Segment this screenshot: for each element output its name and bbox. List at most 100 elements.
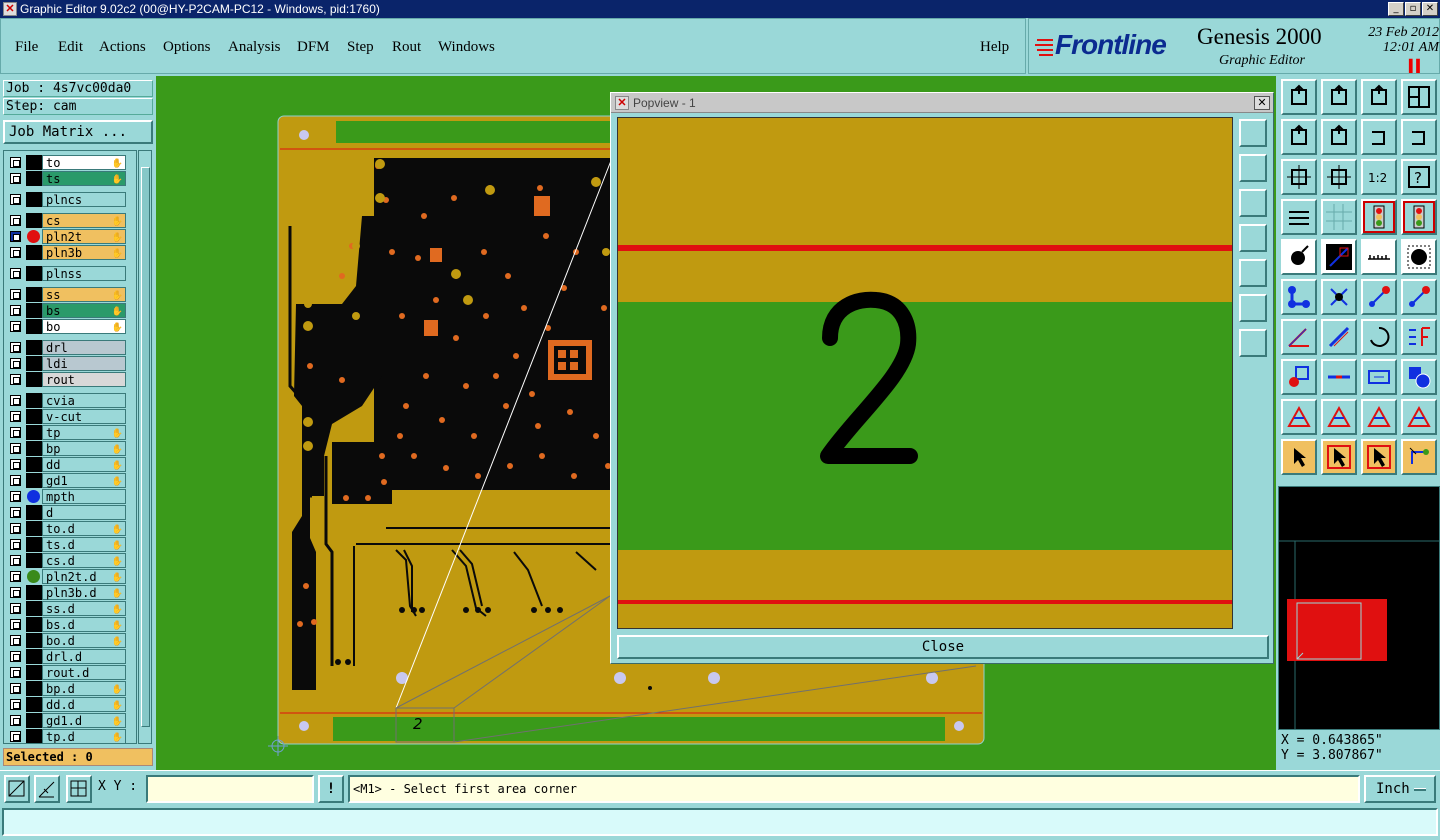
layer-checkbox[interactable] [10,635,21,646]
layer-checkbox[interactable] [10,651,21,662]
polygon-icon[interactable] [1361,399,1397,435]
layer-name[interactable]: cs.d ✋ [42,553,126,568]
select-box-icon[interactable] [1281,359,1317,395]
layer-row[interactable]: ss.d ✋ [6,601,126,616]
xy-input[interactable] [146,775,314,803]
help-icon[interactable]: ? [1401,159,1437,195]
layer-name[interactable]: ldi [42,356,126,371]
triangle-icon[interactable] [1281,399,1317,435]
layer-name[interactable]: bs ✋ [42,303,126,318]
layer-checkbox[interactable] [10,173,21,184]
zoom-center-icon[interactable] [1321,159,1357,195]
layer-name[interactable]: rout.d [42,665,126,680]
settings-icon[interactable] [1281,199,1317,235]
pan-right-icon[interactable] [1239,259,1267,287]
layer-scrollbar[interactable] [138,150,152,744]
layer-row[interactable]: cs ✋ [6,213,126,228]
close-window-button[interactable]: ✕ [1422,2,1438,16]
arc-icon[interactable] [1321,399,1357,435]
layer-row[interactable]: drl.d [6,649,126,664]
layer-name[interactable]: bp.d ✋ [42,681,126,696]
menu-rout[interactable]: Rout [392,39,421,56]
layer-checkbox[interactable] [10,539,21,550]
layer-checkbox[interactable] [10,491,21,502]
snap-icon[interactable] [4,775,30,803]
layer-checkbox[interactable] [10,587,21,598]
popview-close-icon[interactable]: ✕ [1254,96,1270,110]
layer-checkbox[interactable] [10,619,21,630]
layer-name[interactable]: cs ✋ [42,213,126,228]
measure-icon[interactable] [34,775,60,803]
undo-view-icon[interactable] [1361,119,1397,155]
layer-color-icon[interactable] [1401,199,1437,235]
menu-edit[interactable]: Edit [58,39,83,56]
pointer-icon[interactable] [1281,439,1317,475]
layer-row[interactable]: gd1.d ✋ [6,713,126,728]
layer-row[interactable]: bs ✋ [6,303,126,318]
layer-name[interactable]: ts ✋ [42,171,126,186]
layer-checkbox[interactable] [10,395,21,406]
pan-up-icon[interactable] [1239,154,1267,182]
layer-name[interactable]: tp.d ✋ [42,729,126,743]
layer-row[interactable]: v-cut [6,409,126,424]
layer-checkbox[interactable] [10,305,21,316]
slash-icon[interactable] [1321,319,1357,355]
layer-checkbox[interactable] [10,459,21,470]
layer-row[interactable]: ts.d ✋ [6,537,126,552]
layer-row[interactable]: drl [6,340,126,355]
layer-checkbox[interactable] [10,683,21,694]
pad-icon[interactable] [1401,239,1437,275]
layer-row[interactable]: cvia [6,393,126,408]
layer-row[interactable]: plnss [6,266,126,281]
layer-checkbox[interactable] [10,374,21,385]
layer-row[interactable]: dd ✋ [6,457,126,472]
layer-name[interactable]: dd ✋ [42,457,126,472]
layer-row[interactable]: rout.d [6,665,126,680]
popview-title-bar[interactable]: ✕ Popview - 1 ✕ [611,93,1273,113]
layer-name[interactable]: gd1.d ✋ [42,713,126,728]
layer-checkbox[interactable] [10,321,21,332]
layer-checkbox[interactable] [10,715,21,726]
layer-name[interactable]: bp ✋ [42,441,126,456]
menu-dfm[interactable]: DFM [297,39,330,56]
pan-down-icon[interactable] [1239,189,1267,217]
layer-row[interactable]: pln3b.d ✋ [6,585,126,600]
home-down-icon[interactable] [1321,79,1357,115]
popview-close-button[interactable]: Close [617,635,1269,659]
zoom-1-2-icon[interactable]: 1:2 [1361,159,1397,195]
layer-row[interactable]: tp.d ✋ [6,729,126,743]
layer-checkbox[interactable] [10,507,21,518]
layer-name[interactable]: plnss [42,266,126,281]
zoom-out-icon[interactable] [1239,329,1267,357]
layer-row[interactable]: tp ✋ [6,425,126,440]
layer-name[interactable]: pln3b ✋ [42,245,126,260]
grid-icon[interactable] [1321,199,1357,235]
layer-display-icon[interactable] [1361,199,1397,235]
layer-checkbox[interactable] [10,342,21,353]
scroll-thumb[interactable] [141,167,150,727]
layer-name[interactable]: bo.d ✋ [42,633,126,648]
home-left-icon[interactable] [1281,119,1317,155]
cross-icon[interactable] [1401,399,1437,435]
rotate-icon[interactable] [1361,319,1397,355]
layer-checkbox[interactable] [10,358,21,369]
layer-checkbox[interactable] [10,475,21,486]
layer-checkbox[interactable] [10,667,21,678]
layer-checkbox[interactable] [10,555,21,566]
layer-row[interactable]: d [6,505,126,520]
shapes-icon[interactable] [1401,359,1437,395]
layer-checkbox[interactable] [10,289,21,300]
minimize-button[interactable]: _ [1388,2,1404,16]
move-icon[interactable] [1361,279,1397,315]
copy-icon[interactable] [1401,279,1437,315]
layer-row[interactable]: pln2t ✋ [6,229,126,244]
layer-name[interactable]: ts.d ✋ [42,537,126,552]
layer-row[interactable]: gd1 ✋ [6,473,126,488]
popview-canvas[interactable] [617,117,1233,629]
layer-name[interactable]: pln2t ✋ [42,229,126,244]
overview-panel[interactable] [1278,486,1440,730]
layer-row[interactable]: bs.d ✋ [6,617,126,632]
layer-name[interactable]: ss ✋ [42,287,126,302]
layer-checkbox[interactable] [10,571,21,582]
layer-name[interactable]: drl [42,340,126,355]
